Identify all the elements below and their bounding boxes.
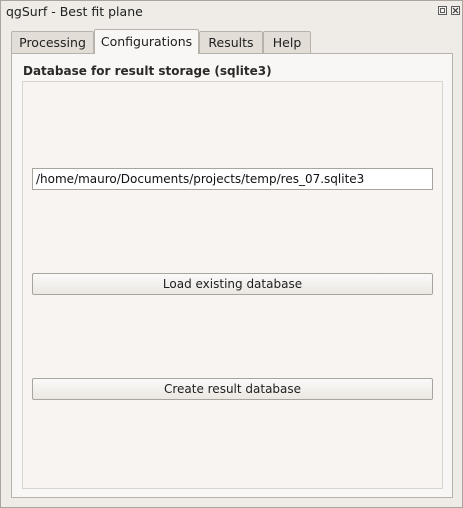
tab-results[interactable]: Results — [199, 31, 263, 53]
title-bar[interactable]: qgSurf - Best fit plane — [1, 1, 462, 23]
create-database-button[interactable]: Create result database — [32, 378, 433, 400]
load-database-button[interactable]: Load existing database — [32, 273, 433, 295]
tab-bar: Processing Configurations Results Help — [11, 29, 451, 54]
tab-configurations[interactable]: Configurations — [94, 29, 199, 54]
tab-help[interactable]: Help — [263, 31, 311, 53]
configurations-panel: Database for result storage (sqlite3) Lo… — [11, 53, 453, 498]
tab-processing[interactable]: Processing — [11, 31, 94, 53]
group-title: Database for result storage (sqlite3) — [23, 64, 272, 78]
float-window-icon[interactable] — [438, 6, 447, 15]
plugin-window: qgSurf - Best fit plane Processing Confi… — [0, 0, 463, 508]
database-path-input[interactable] — [32, 168, 433, 190]
close-icon[interactable] — [451, 6, 460, 15]
window-title: qgSurf - Best fit plane — [6, 4, 143, 19]
